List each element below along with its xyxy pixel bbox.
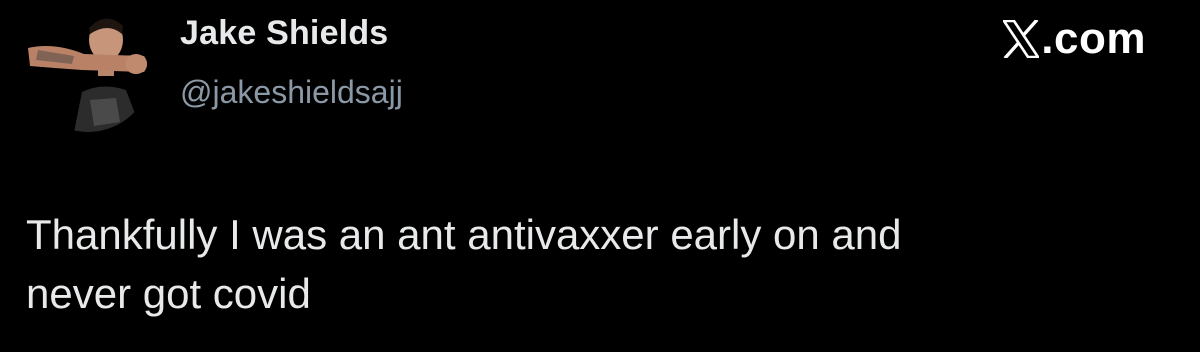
tweet-text-line: Thankfully I was an ant antivaxxer early… [26, 211, 902, 258]
platform-logo: .com [1001, 14, 1146, 64]
tweet-card: Jake Shields @jakeshieldsajj .com Thankf… [0, 0, 1200, 352]
avatar-photo [24, 4, 152, 132]
author-handle[interactable]: @jakeshieldsajj [180, 74, 403, 111]
avatar[interactable] [24, 4, 152, 132]
platform-label: .com [1041, 14, 1146, 63]
tweet-text: Thankfully I was an ant antivaxxer early… [26, 205, 1156, 323]
author-name[interactable]: Jake Shields [180, 14, 388, 53]
x-logo-icon [1001, 18, 1041, 60]
tweet-text-line: never got covid [26, 270, 311, 317]
